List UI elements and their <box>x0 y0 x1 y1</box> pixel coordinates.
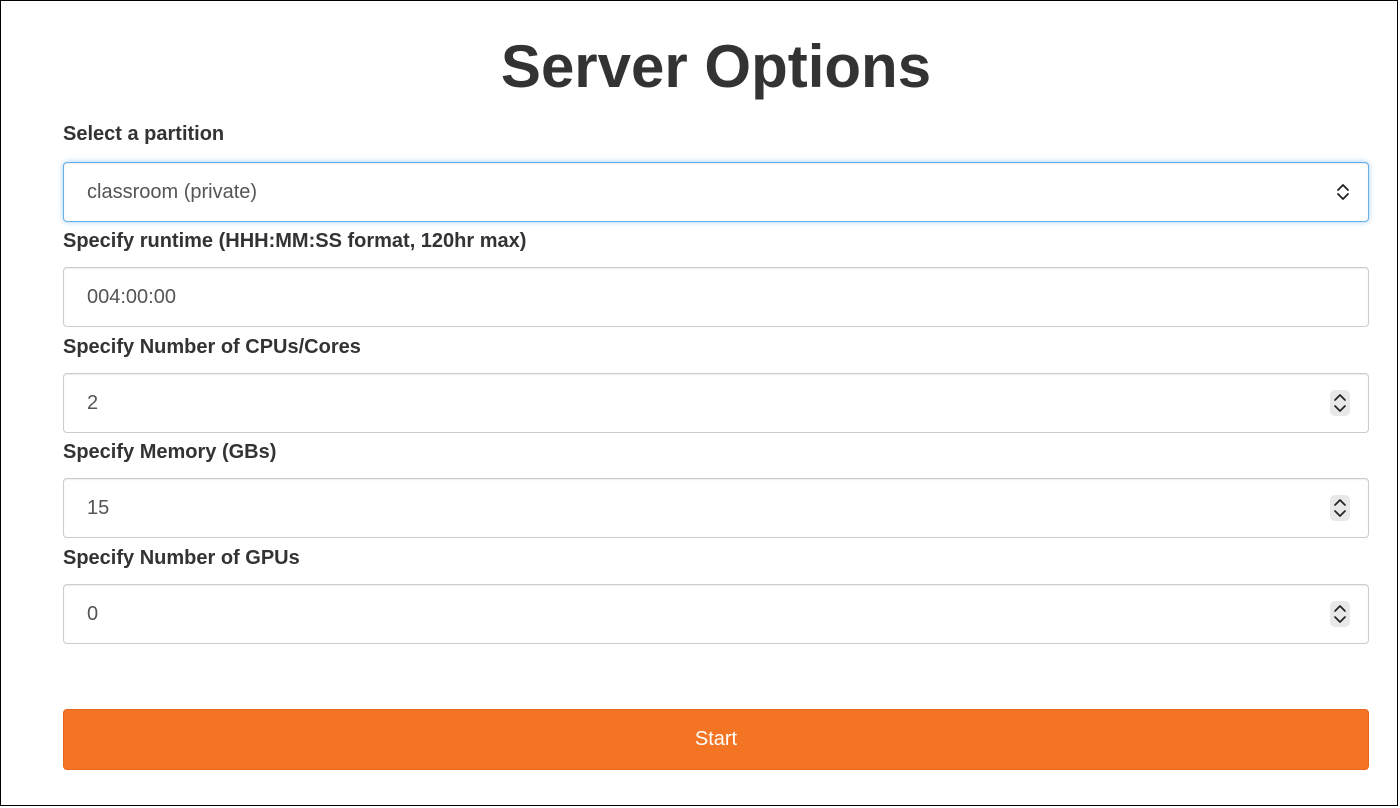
gpus-input[interactable]: 0 <box>63 584 1369 644</box>
gpus-input-value: 0 <box>87 603 99 625</box>
partition-select[interactable]: classroom (private) <box>63 162 1369 222</box>
runtime-input[interactable]: 004:00:00 <box>63 267 1369 327</box>
partition-label: Select a partition <box>63 123 225 145</box>
memory-input-value: 15 <box>87 497 110 519</box>
runtime-input-value: 004:00:00 <box>87 286 176 308</box>
cpus-label: Specify Number of CPUs/Cores <box>63 336 361 358</box>
select-arrows-icon <box>1332 181 1354 203</box>
runtime-label: Specify runtime (HHH:MM:SS format, 120hr… <box>63 230 527 252</box>
memory-label: Specify Memory (GBs) <box>63 441 277 463</box>
gpus-stepper-icon[interactable] <box>1330 601 1350 627</box>
cpus-input-value: 2 <box>87 392 99 414</box>
page-title: Server Options <box>500 33 932 100</box>
memory-input[interactable]: 15 <box>63 478 1369 538</box>
partition-select-value: classroom (private) <box>87 181 258 203</box>
memory-stepper-icon[interactable] <box>1330 495 1350 521</box>
cpus-stepper-icon[interactable] <box>1330 390 1350 416</box>
start-button[interactable]: Start <box>63 709 1369 770</box>
cpus-input[interactable]: 2 <box>63 373 1369 433</box>
gpus-label: Specify Number of GPUs <box>63 547 300 569</box>
